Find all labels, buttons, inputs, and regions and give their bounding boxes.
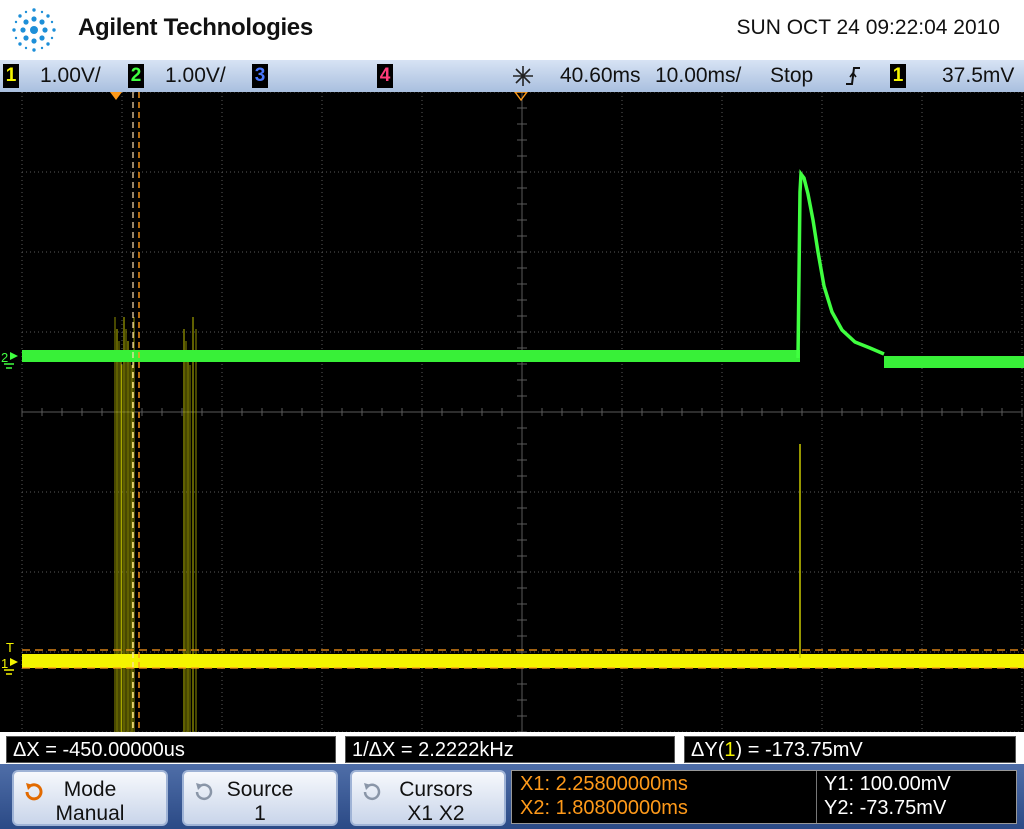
delta-y-value: ) = -173.75mV: [735, 739, 863, 761]
channel-1-indicator[interactable]: 1: [3, 64, 19, 88]
header: Agilent Technologies SUN OCT 24 09:22:04…: [0, 0, 1024, 60]
trigger-source-indicator[interactable]: 1: [890, 64, 906, 88]
channel-1-trace: [22, 654, 1024, 668]
timebase-scale: 10.00ms/: [655, 64, 742, 87]
channel-4-indicator[interactable]: 4: [377, 64, 393, 88]
channel-2-scale: 1.00V/: [165, 64, 226, 87]
acquire-spark-icon: [513, 66, 533, 86]
mode-softkey-value: Manual: [55, 802, 125, 825]
cursor-x2-value: X2: 1.80800000ms: [520, 797, 688, 819]
channel-2-trace-tail: [884, 356, 1024, 368]
channel-2-indicator[interactable]: 2: [128, 64, 144, 88]
delta-x-readout: ΔX = -450.00000us: [6, 736, 336, 763]
delta-y-channel: 1: [724, 739, 736, 761]
channel-1-scale: 1.00V/: [40, 64, 101, 87]
mode-softkey[interactable]: Mode Manual: [12, 770, 168, 826]
cursor-y1-value: Y1: 100.00mV: [824, 773, 951, 795]
channel-1-bursts: [114, 317, 197, 732]
cursors-softkey[interactable]: Cursors X1 X2: [350, 770, 506, 826]
mode-softkey-title: Mode: [63, 778, 117, 801]
cursors-softkey-title: Cursors: [399, 778, 473, 801]
channel-2-ground-label: 2: [1, 350, 8, 365]
trigger-level-marker: T: [6, 640, 14, 655]
source-softkey-title: Source: [226, 778, 294, 801]
horizontal-delay: 40.60ms: [560, 64, 641, 87]
channel-3-indicator[interactable]: 3: [252, 64, 268, 88]
agilent-spark-logo: [12, 8, 56, 52]
source-softkey[interactable]: Source 1: [182, 770, 338, 826]
source-softkey-value: 1: [254, 802, 266, 825]
trigger-position-marker: [110, 92, 122, 100]
cursor-readout-panel: X1: 2.25800000ms X2: 1.80800000ms Y1: 10…: [511, 770, 1017, 824]
cursor-x1-value: X1: 2.25800000ms: [520, 773, 688, 795]
graticule-grid: [21, 92, 1023, 732]
waveform-display: 2 1 T: [0, 92, 1024, 732]
cursor-y2-value: Y2: -73.75mV: [824, 797, 947, 819]
date-time: SUN OCT 24 09:22:04 2010: [736, 16, 1000, 39]
delay-reference-marker: [514, 92, 528, 102]
trigger-level: 37.5mV: [942, 64, 1015, 87]
readout-divider: [816, 771, 817, 823]
rising-edge-trigger-icon: [846, 67, 860, 85]
channel-2-trace-pulse: [796, 169, 885, 359]
status-bar: 1 1.00V/ 2 1.00V/ 3 4 40.60ms 10.00ms/ S…: [0, 60, 1024, 93]
run-state: Stop: [770, 64, 814, 87]
delta-y-prefix: ΔY(: [691, 739, 725, 761]
inverse-delta-x-readout: 1/ΔX = 2.2222kHz: [345, 736, 675, 763]
brand-name: Agilent Technologies: [78, 14, 313, 41]
graticule-and-traces: 2 1 T: [1, 92, 1024, 732]
channel-1-ground-label: 1: [1, 656, 8, 671]
delta-y-readout: ΔY(1) = -173.75mV: [684, 736, 1016, 763]
cursors-softkey-value: X1 X2: [407, 802, 465, 825]
